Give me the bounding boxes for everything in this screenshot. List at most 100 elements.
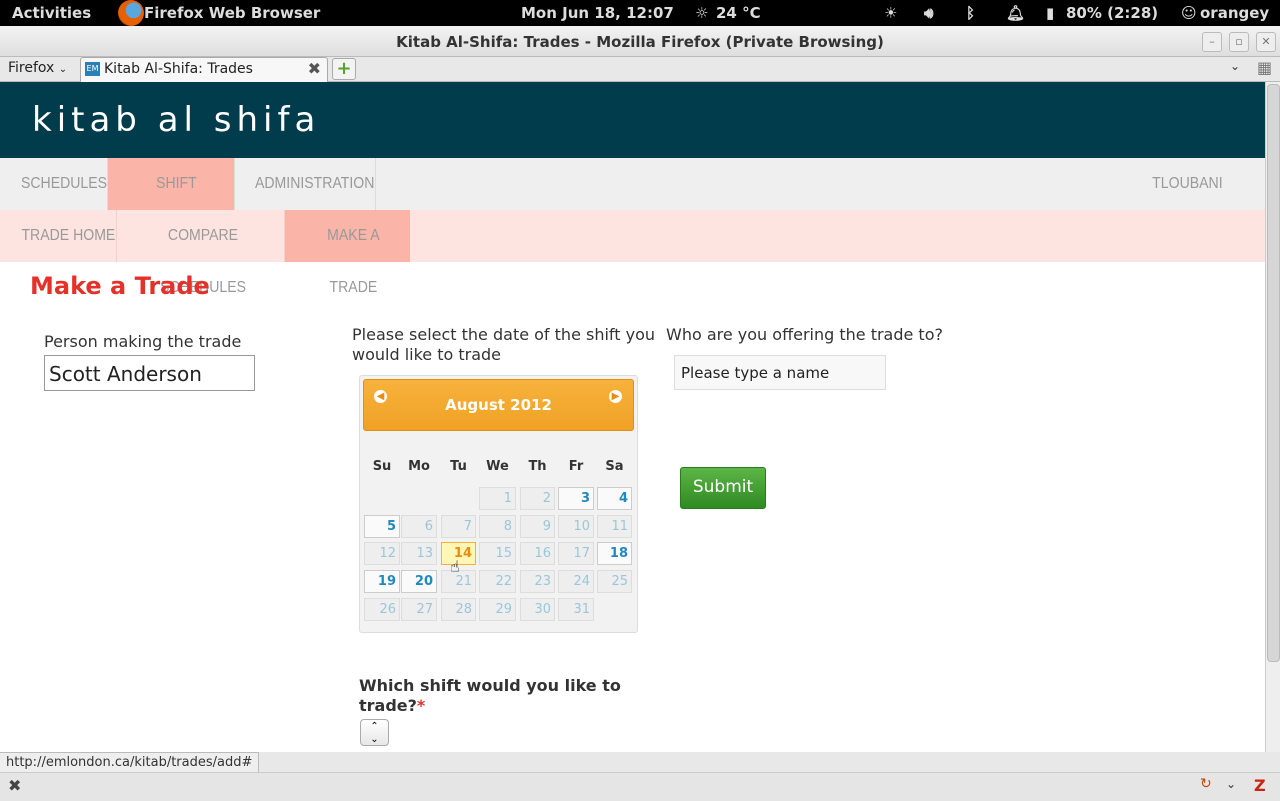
calendar-day-25: 25 <box>597 570 632 593</box>
new-tab-icon[interactable]: + <box>332 58 356 80</box>
firefox-logo-icon <box>118 0 144 26</box>
submit-button[interactable]: Submit <box>680 467 766 509</box>
calendar-day-20[interactable]: 20 <box>401 570 437 593</box>
chevron-down-icon: ⌄ <box>58 64 68 75</box>
bluetooth-icon[interactable]: ᛒ <box>966 4 975 22</box>
calendar-day-16: 16 <box>520 542 555 565</box>
tab-kitab-trades[interactable]: EM Kitab Al-Shifa: Trades ✖ <box>80 57 328 82</box>
select-arrows-icon: ⌃ ⌄ <box>370 721 379 745</box>
brightness-icon[interactable]: ☀ <box>884 4 897 22</box>
tab-groups-icon[interactable]: ▦ <box>1257 58 1272 77</box>
weekday-header: We <box>486 459 509 474</box>
calendar-day-9: 9 <box>520 515 555 538</box>
calendar-month: August 2012 <box>445 396 552 414</box>
web-page: kitab al shifa SCHEDULES SHIFT TRADING A… <box>0 82 1265 752</box>
site-header: kitab al shifa <box>0 82 1265 158</box>
weather-icon: ☼ <box>695 4 709 22</box>
status-url: http://emlondon.ca/kitab/trades/add# <box>0 752 260 774</box>
calendar-day-3[interactable]: 3 <box>558 487 594 510</box>
nav-schedules[interactable]: SCHEDULES <box>20 158 108 210</box>
calendar-day-4[interactable]: 4 <box>597 487 632 510</box>
zotero-icon[interactable]: Z <box>1254 776 1266 795</box>
next-month-icon[interactable]: ▶ <box>609 390 622 403</box>
offer-name-input[interactable]: Please type a name <box>674 355 886 390</box>
list-tabs-icon[interactable]: ⌄ <box>1230 59 1240 73</box>
nav-trade-home[interactable]: TRADE HOME <box>20 210 117 262</box>
calendar-day-5[interactable]: 5 <box>364 515 400 538</box>
calendar-day-1: 1 <box>479 487 516 510</box>
addon-dropdown-icon[interactable]: ⌄ <box>1226 777 1236 791</box>
weather-temp[interactable]: 24 °C <box>716 4 761 22</box>
calendar-header: ◀ August 2012 ▶ <box>363 379 634 431</box>
shift-label-line2: trade?* <box>359 696 425 715</box>
window-title: Kitab Al-Shifa: Trades - Mozilla Firefox… <box>396 33 884 51</box>
calendar-day-8: 8 <box>479 515 516 538</box>
system-top-bar: Activities Firefox Web Browser Mon Jun 1… <box>0 0 1280 26</box>
nav-shift-trading[interactable]: SHIFT TRADING <box>128 158 225 244</box>
site-logo[interactable]: kitab al shifa <box>32 100 320 140</box>
calendar-day-15: 15 <box>479 542 516 565</box>
site-favicon-icon: EM <box>85 62 100 76</box>
addon-icon[interactable]: ↻ <box>1200 776 1212 792</box>
shift-select[interactable]: ⌃ ⌄ <box>360 719 389 746</box>
offer-label: Who are you offering the trade to? <box>666 325 943 344</box>
app-menu[interactable]: Firefox Web Browser <box>144 4 320 22</box>
calendar-day-31: 31 <box>558 598 594 621</box>
activities-button[interactable]: Activities <box>12 4 91 22</box>
close-addon-bar-icon[interactable]: ✖ <box>8 776 21 795</box>
clock[interactable]: Mon Jun 18, 12:07 <box>521 4 674 22</box>
person-label: Person making the trade <box>44 332 242 351</box>
calendar-day-7: 7 <box>441 515 476 538</box>
battery-icon: ▮ <box>1046 4 1055 22</box>
weekday-header: Th <box>528 459 547 474</box>
shift-label-line1: Which shift would you like to <box>359 676 621 695</box>
calendar-day-26: 26 <box>364 598 400 621</box>
logout-link[interactable]: TLOUBANI (LOGOUT) <box>1128 158 1247 244</box>
calendar-day-6: 6 <box>401 515 437 538</box>
firefox-menu-button[interactable]: Firefox ⌄ <box>8 60 67 76</box>
addon-bar: ✖ ↻ ⌄ Z <box>0 772 1280 801</box>
calendar-day-13: 13 <box>401 542 437 565</box>
nav-make-a-trade[interactable]: MAKE A TRADE <box>305 210 402 296</box>
shift-label-text: trade? <box>359 696 417 715</box>
calendar-day-18[interactable]: 18 <box>597 542 632 565</box>
calendar-day-17: 17 <box>558 542 594 565</box>
tab-title: Kitab Al-Shifa: Trades <box>104 61 253 77</box>
user-menu[interactable]: orangey <box>1200 4 1269 22</box>
minimize-icon[interactable]: – <box>1202 32 1222 52</box>
calendar-day-29: 29 <box>479 598 516 621</box>
weekday-header: Su <box>372 459 392 474</box>
close-window-icon[interactable]: ✕ <box>1256 32 1276 52</box>
window-titlebar: Kitab Al-Shifa: Trades - Mozilla Firefox… <box>0 26 1280 57</box>
date-label-line1: Please select the date of the shift you <box>352 325 656 344</box>
mouse-cursor-icon: ☝ <box>450 557 460 576</box>
close-tab-icon[interactable]: ✖ <box>308 59 321 78</box>
calendar-day-10: 10 <box>558 515 594 538</box>
calendar-day-28: 28 <box>441 598 476 621</box>
calendar-day-22: 22 <box>479 570 516 593</box>
person-field[interactable]: Scott Anderson <box>44 355 255 391</box>
nav-compare-schedules[interactable]: COMPARE SCHEDULES <box>137 210 269 296</box>
scrollbar-thumb[interactable] <box>1267 84 1280 662</box>
calendar-day-30: 30 <box>520 598 555 621</box>
required-mark: * <box>416 696 426 715</box>
calendar-day-27: 27 <box>401 598 437 621</box>
calendar-day-12: 12 <box>364 542 400 565</box>
weekday-header: Mo <box>408 459 430 474</box>
date-label-line2: would like to trade <box>352 345 502 364</box>
battery-status[interactable]: 80% (2:28) <box>1066 4 1158 22</box>
firefox-menu-label: Firefox <box>8 60 55 76</box>
weekday-header: Fr <box>568 459 584 474</box>
maximize-icon[interactable]: ▫ <box>1229 32 1249 52</box>
primary-nav: SCHEDULES SHIFT TRADING ADMINISTRATION T… <box>0 158 1265 244</box>
weekday-header: Sa <box>605 459 624 474</box>
calendar-day-19[interactable]: 19 <box>364 570 400 593</box>
calendar-day-2: 2 <box>520 487 555 510</box>
page-title: Make a Trade <box>30 272 210 300</box>
nav-administration[interactable]: ADMINISTRATION <box>255 158 374 210</box>
notifications-icon[interactable]: 🔔︎ <box>1006 4 1025 22</box>
date-picker: ◀ August 2012 ▶ Su Mo Tu We Th Fr Sa 123456789… <box>359 375 638 633</box>
volume-icon[interactable]: 🔊︎ <box>924 4 933 22</box>
calendar-day-11: 11 <box>597 515 632 538</box>
calendar-day-23: 23 <box>520 570 555 593</box>
